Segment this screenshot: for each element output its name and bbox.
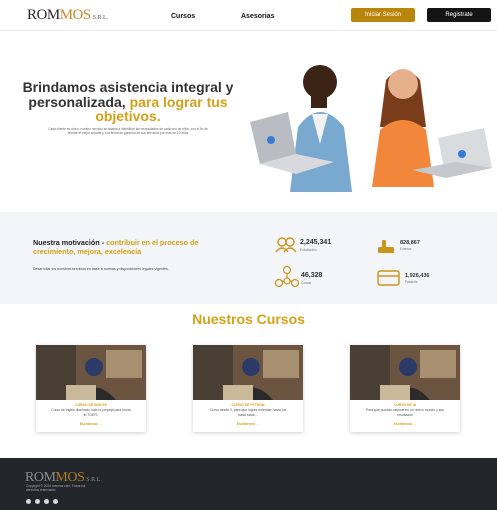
footer-logo-suffix: S.R.L. xyxy=(86,477,102,483)
instagram-icon[interactable] xyxy=(26,499,31,504)
youtube-icon[interactable] xyxy=(53,499,58,504)
twitter-icon[interactable] xyxy=(44,499,49,504)
course-name: CURSO DE PYTHON xyxy=(231,403,265,407)
logo[interactable]: ROMMOS S.R.L. xyxy=(24,7,112,24)
stat-label-events: Eventos xyxy=(400,247,412,251)
stat-value-students: 2,245,341 xyxy=(300,239,332,246)
course-image xyxy=(350,345,460,400)
hero-subtitle: Cada cliente es único, nuestro servicio … xyxy=(48,127,208,136)
hero-image xyxy=(250,65,492,192)
stat-label-courses: Cursos xyxy=(301,281,312,285)
motivation-text: Desarrollar los nuestros servicios en ba… xyxy=(33,267,169,271)
course-link[interactable]: Escríbenos → xyxy=(36,422,146,426)
course-name: CURSO DE IA xyxy=(393,403,417,407)
course-image xyxy=(36,345,146,400)
hero-title: Brindamos asistencia integral y personal… xyxy=(20,80,236,124)
courses-title: Nuestros Cursos xyxy=(192,311,305,327)
stat-value-courses: 46,328 xyxy=(301,272,323,279)
course-card-ingles[interactable]: CURSO DE INGLES Curso de inglés diseñado… xyxy=(36,345,146,432)
motivation-band xyxy=(0,212,497,304)
course-link[interactable]: Escríbenos → xyxy=(193,422,303,426)
card-icon xyxy=(377,270,400,286)
logo-suffix: S.R.L. xyxy=(92,15,109,21)
stat-value-payments: 1,926,436 xyxy=(405,273,430,279)
footer-copyright: Copyright © 2024 rommos.com, Todos los d… xyxy=(26,484,86,493)
course-card-python[interactable]: CURSO DE PYTHON Curso desde 0, para que … xyxy=(193,345,303,432)
course-card-ia[interactable]: CURSO DE IA Para que puedas mejorar en u… xyxy=(350,345,460,432)
stat-label-students: Estudiantes xyxy=(300,248,317,252)
users-icon xyxy=(275,237,297,253)
course-description: Para que puedas mejorar en un nuevo mund… xyxy=(365,408,445,417)
network-icon xyxy=(274,265,300,288)
nav-cursos[interactable]: Cursos xyxy=(171,13,195,20)
site-header: ROMMOS S.R.L. Cursos Asesorias Iniciar S… xyxy=(0,0,497,31)
logo-wordmark: ROMMOS xyxy=(27,7,91,23)
register-button[interactable]: Registrate xyxy=(427,8,491,22)
motivation-title: Nuestra motivación - contribuir en el pr… xyxy=(33,238,233,256)
facebook-icon[interactable] xyxy=(35,499,40,504)
course-image xyxy=(193,345,303,400)
login-button[interactable]: Iniciar Sesión xyxy=(351,8,415,22)
nav-asesorias[interactable]: Asesorias xyxy=(241,13,274,20)
motivation-title-main: Nuestra motivación - xyxy=(33,238,105,247)
stat-value-events: 828,867 xyxy=(400,240,420,246)
hand-icon xyxy=(378,240,394,253)
course-name: CURSO DE INGLES xyxy=(75,403,107,407)
stat-label-payments: Pasarela xyxy=(405,280,418,284)
course-description: Curso desde 0, para que logres entender … xyxy=(209,408,287,417)
course-description: Curso de inglés diseñado, sale la prepap… xyxy=(51,408,131,417)
course-link[interactable]: Escríbenos → xyxy=(350,422,460,426)
